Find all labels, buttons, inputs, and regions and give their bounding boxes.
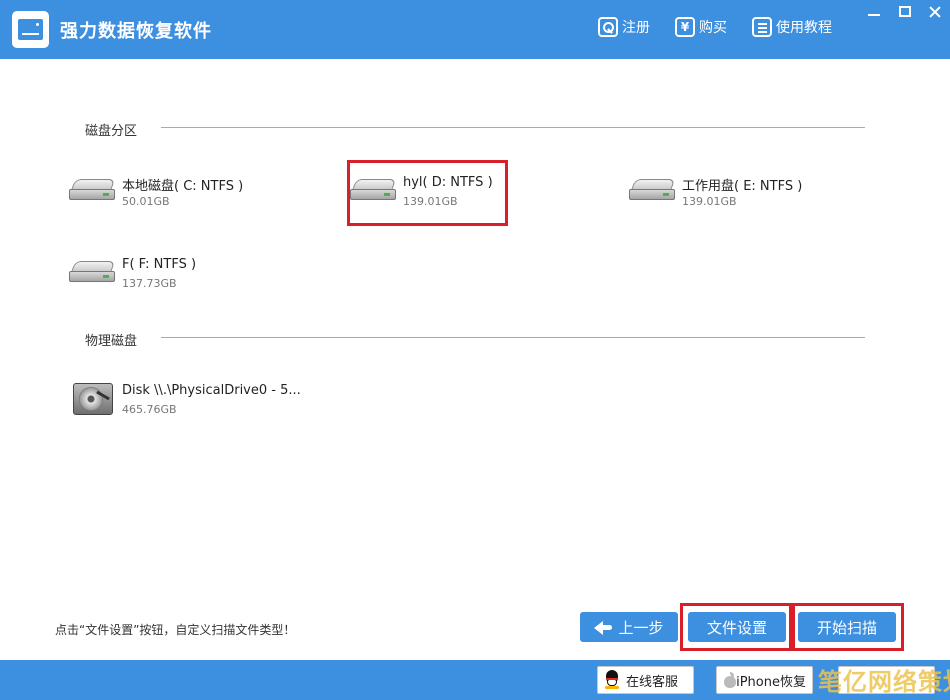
maximize-icon bbox=[899, 6, 911, 17]
minimize-button[interactable] bbox=[862, 0, 886, 24]
hard-disk-icon bbox=[73, 383, 113, 415]
footer-bar: 在线客服 iPhone恢复 bbox=[0, 660, 950, 700]
register-button[interactable]: 注册 bbox=[598, 16, 650, 38]
disk-drive-icon bbox=[69, 261, 116, 287]
partition-size: 139.01GB bbox=[682, 195, 737, 208]
iphone-recovery-button[interactable]: iPhone恢复 bbox=[716, 666, 813, 694]
disk-drive-icon bbox=[69, 179, 116, 205]
minimize-icon bbox=[868, 14, 880, 16]
partition-f[interactable]: F( F: NTFS ) 137.73GB bbox=[69, 257, 289, 297]
partition-size: 139.01GB bbox=[403, 195, 458, 208]
back-arrow-icon bbox=[594, 620, 613, 635]
maximize-button[interactable] bbox=[893, 0, 917, 24]
physical-drive-0[interactable]: Disk \\.\PhysicalDrive0 - 5... 465.76GB bbox=[73, 383, 333, 423]
partition-name: 本地磁盘( C: NTFS ) bbox=[122, 179, 244, 194]
disk-drive-icon bbox=[350, 179, 397, 205]
footer-extra-button[interactable] bbox=[838, 666, 935, 694]
file-settings-button[interactable]: 文件设置 bbox=[688, 612, 786, 642]
partition-c[interactable]: 本地磁盘( C: NTFS ) 50.01GB bbox=[69, 175, 289, 215]
apple-icon bbox=[723, 672, 736, 688]
partition-name: hyl( D: NTFS ) bbox=[403, 175, 493, 190]
partition-size: 137.73GB bbox=[122, 277, 177, 290]
app-logo-icon bbox=[12, 11, 49, 48]
tutorial-label: 使用教程 bbox=[776, 20, 832, 36]
start-scan-button[interactable]: 开始扫描 bbox=[798, 612, 896, 642]
partitions-section-title: 磁盘分区 bbox=[85, 124, 138, 139]
physical-drive-size: 465.76GB bbox=[122, 403, 177, 416]
close-button[interactable] bbox=[923, 0, 947, 24]
yen-icon: ¥ bbox=[675, 17, 695, 37]
disk-drive-icon bbox=[629, 179, 676, 205]
partition-e[interactable]: 工作用盘( E: NTFS ) 139.01GB bbox=[629, 175, 849, 215]
key-icon bbox=[598, 17, 618, 37]
partitions-divider bbox=[161, 127, 865, 128]
register-label: 注册 bbox=[622, 20, 650, 36]
tutorial-button[interactable]: 使用教程 bbox=[752, 16, 832, 38]
qq-penguin-icon bbox=[604, 670, 620, 690]
partition-size: 50.01GB bbox=[122, 195, 170, 208]
buy-button[interactable]: ¥ 购买 bbox=[675, 16, 727, 38]
partition-d[interactable]: hyl( D: NTFS ) 139.01GB bbox=[350, 175, 510, 215]
partition-name: F( F: NTFS ) bbox=[122, 257, 197, 272]
online-service-button[interactable]: 在线客服 bbox=[597, 666, 694, 694]
physical-section-title: 物理磁盘 bbox=[85, 334, 138, 349]
document-icon bbox=[752, 17, 772, 37]
start-scan-label: 开始扫描 bbox=[816, 618, 877, 637]
previous-step-label: 上一步 bbox=[618, 618, 664, 637]
buy-label: 购买 bbox=[699, 20, 727, 36]
file-settings-label: 文件设置 bbox=[706, 618, 767, 637]
app-title: 强力数据恢复软件 bbox=[60, 21, 212, 42]
physical-divider bbox=[161, 337, 865, 338]
partition-name: 工作用盘( E: NTFS ) bbox=[682, 179, 803, 194]
hint-text: 点击“文件设置”按钮，自定义扫描文件类型！ bbox=[55, 623, 296, 637]
physical-drive-name: Disk \\.\PhysicalDrive0 - 5... bbox=[122, 383, 301, 398]
title-bar: 强力数据恢复软件 注册 ¥ 购买 使用教程 bbox=[0, 0, 950, 59]
iphone-recovery-label: iPhone恢复 bbox=[736, 674, 806, 690]
online-service-label: 在线客服 bbox=[626, 674, 679, 690]
previous-step-button[interactable]: 上一步 bbox=[580, 612, 678, 642]
